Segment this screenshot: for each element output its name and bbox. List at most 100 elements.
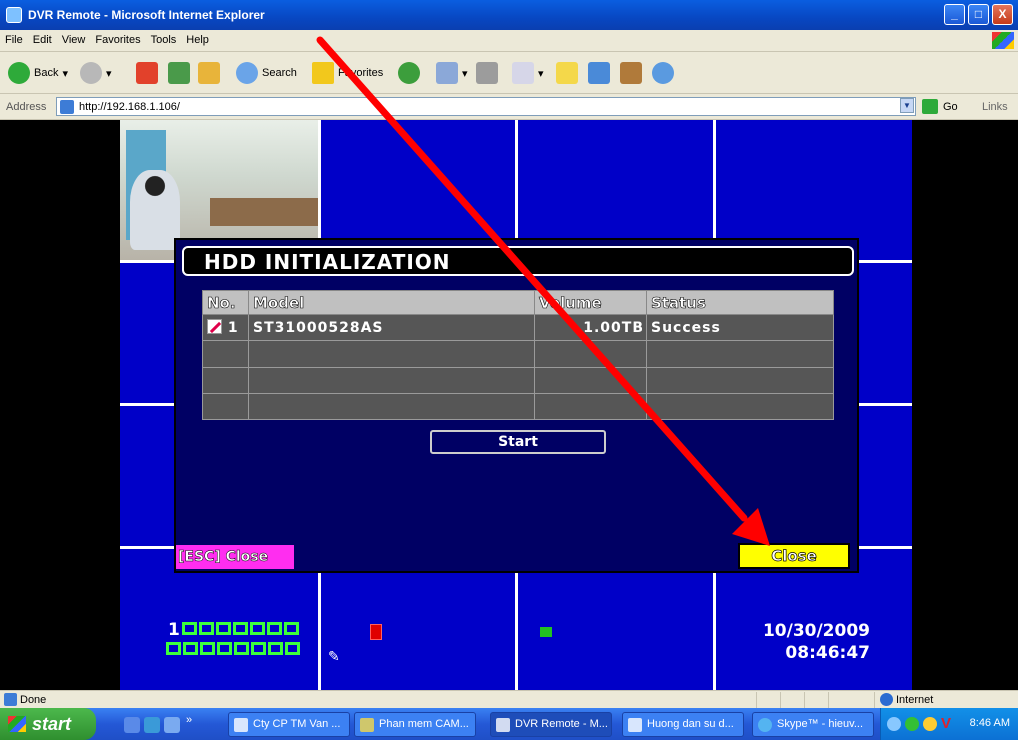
taskbar: start » Cty CP TM Van ... Phan mem CAM..… <box>0 708 1018 740</box>
messenger-icon <box>588 62 610 84</box>
table-row[interactable]: 1 ST31000528AS 1.00TB Success <box>202 313 834 342</box>
internet-globe-icon <box>880 693 893 706</box>
ie-app-icon <box>6 7 22 23</box>
status-divider <box>874 692 875 708</box>
address-input[interactable]: http://192.168.1.106/ <box>56 97 916 116</box>
window-title: DVR Remote - Microsoft Internet Explorer <box>28 8 265 22</box>
status-cell <box>646 366 834 394</box>
close-button[interactable]: Close <box>738 543 850 569</box>
research-button[interactable] <box>620 60 642 86</box>
taskbar-item[interactable]: Phan mem CAM... <box>354 712 476 737</box>
row-number-cell[interactable]: 1 <box>202 313 249 342</box>
camera-scene-desk <box>210 198 318 226</box>
channel-indicator <box>166 642 181 655</box>
menu-help[interactable]: Help <box>181 30 214 46</box>
volume-cell: 1.00TB <box>534 313 647 342</box>
maximize-button[interactable]: □ <box>968 4 989 25</box>
system-tray: V 8:46 AM <box>880 708 1018 740</box>
mail-button[interactable]: ▾ <box>436 60 468 86</box>
skype-icon <box>758 718 772 732</box>
print-button[interactable] <box>476 60 498 86</box>
grid-line <box>859 546 912 549</box>
window-titlebar[interactable]: DVR Remote - Microsoft Internet Explorer… <box>0 0 1018 30</box>
dialog-title-bar: HDD INITIALIZATION <box>182 246 854 276</box>
mail-icon <box>436 62 458 84</box>
taskbar-item-label: Cty CP TM Van ... <box>253 718 341 730</box>
history-button[interactable] <box>398 60 420 86</box>
browser-quicklaunch-icon[interactable] <box>164 717 180 733</box>
back-label: Back <box>34 67 59 79</box>
grid-line <box>515 120 518 238</box>
messenger-button[interactable] <box>588 60 610 86</box>
volume-cell <box>534 340 647 368</box>
links-button[interactable]: Links <box>982 101 1008 113</box>
taskbar-item[interactable]: Cty CP TM Van ... <box>228 712 350 737</box>
channel-indicator <box>267 622 282 635</box>
volume-cell <box>534 392 647 421</box>
tray-expand-icon[interactable] <box>887 717 901 731</box>
hdd-initialization-dialog: HDD INITIALIZATION No. Model Volume Stat… <box>174 238 859 573</box>
taskbar-item-active[interactable]: DVR Remote - M... <box>490 712 612 737</box>
grid-line <box>120 260 174 263</box>
channel-number: 1 <box>168 620 180 640</box>
grid-line <box>318 573 321 690</box>
address-label: Address <box>6 101 47 113</box>
menu-bar: File Edit View Favorites Tools Help <box>0 30 1018 52</box>
grid-line <box>515 573 518 690</box>
select-checkbox[interactable] <box>207 319 222 335</box>
windows-logo-icon <box>992 32 1014 49</box>
edit-button[interactable]: ▾ <box>512 60 544 86</box>
chevron-down-icon: ▾ <box>106 67 112 80</box>
stop-button[interactable] <box>136 60 158 86</box>
menu-tools[interactable]: Tools <box>146 30 182 46</box>
favorites-button[interactable]: Favorites <box>312 60 383 86</box>
forward-button[interactable]: ▾ <box>80 60 112 86</box>
search-button[interactable]: Search <box>236 60 297 86</box>
favorites-label: Favorites <box>338 67 384 79</box>
taskbar-clock[interactable]: 8:46 AM <box>970 717 1010 729</box>
grid-line <box>713 120 716 238</box>
taskbar-item[interactable]: Huong dan su d... <box>622 712 744 737</box>
start-button-taskbar[interactable]: start <box>0 708 96 740</box>
channel-indicator <box>216 622 231 635</box>
close-window-button[interactable]: X <box>992 4 1013 25</box>
status-cell: Success <box>646 313 834 342</box>
ie-icon <box>496 718 510 732</box>
contacts-button[interactable] <box>652 60 674 86</box>
address-bar: Address http://192.168.1.106/ ▼ Go Links <box>0 94 1018 120</box>
row-number-cell <box>202 366 249 394</box>
tray-network-icon[interactable] <box>905 717 919 731</box>
menu-view[interactable]: View <box>57 30 91 46</box>
tray-app-icon[interactable] <box>923 717 937 731</box>
ie-quicklaunch-icon[interactable] <box>144 717 160 733</box>
taskbar-item-label: Phan mem CAM... <box>379 718 469 730</box>
refresh-button[interactable] <box>168 60 190 86</box>
go-button[interactable]: Go <box>943 101 958 113</box>
menu-favorites[interactable]: Favorites <box>90 30 145 46</box>
grid-line <box>859 403 912 406</box>
mute-icon: ✎ <box>328 648 340 664</box>
back-arrow-icon <box>8 62 30 84</box>
grid-line <box>318 120 321 238</box>
minimize-button[interactable]: _ <box>944 4 965 25</box>
address-dropdown-icon[interactable]: ▼ <box>900 98 914 113</box>
model-cell <box>248 340 535 368</box>
print-icon <box>476 62 498 84</box>
tray-v-icon[interactable]: V <box>941 715 951 732</box>
quicklaunch-expand-icon[interactable]: » <box>186 714 192 726</box>
dialog-title: HDD INITIALIZATION <box>204 250 451 274</box>
start-button[interactable]: Start <box>430 430 606 454</box>
back-button[interactable]: Back ▾ <box>8 60 68 86</box>
show-desktop-icon[interactable] <box>124 717 140 733</box>
record-icon <box>370 624 382 640</box>
home-button[interactable] <box>198 60 220 86</box>
menu-file[interactable]: File <box>0 30 28 46</box>
model-cell <box>248 366 535 394</box>
taskbar-item[interactable]: Skype™ - hieuv... <box>752 712 874 737</box>
menu-edit[interactable]: Edit <box>28 30 57 46</box>
discuss-button[interactable] <box>556 60 578 86</box>
go-arrow-icon[interactable] <box>922 99 938 114</box>
channel-indicator <box>285 642 300 655</box>
forward-arrow-icon <box>80 62 102 84</box>
stop-icon <box>136 62 158 84</box>
